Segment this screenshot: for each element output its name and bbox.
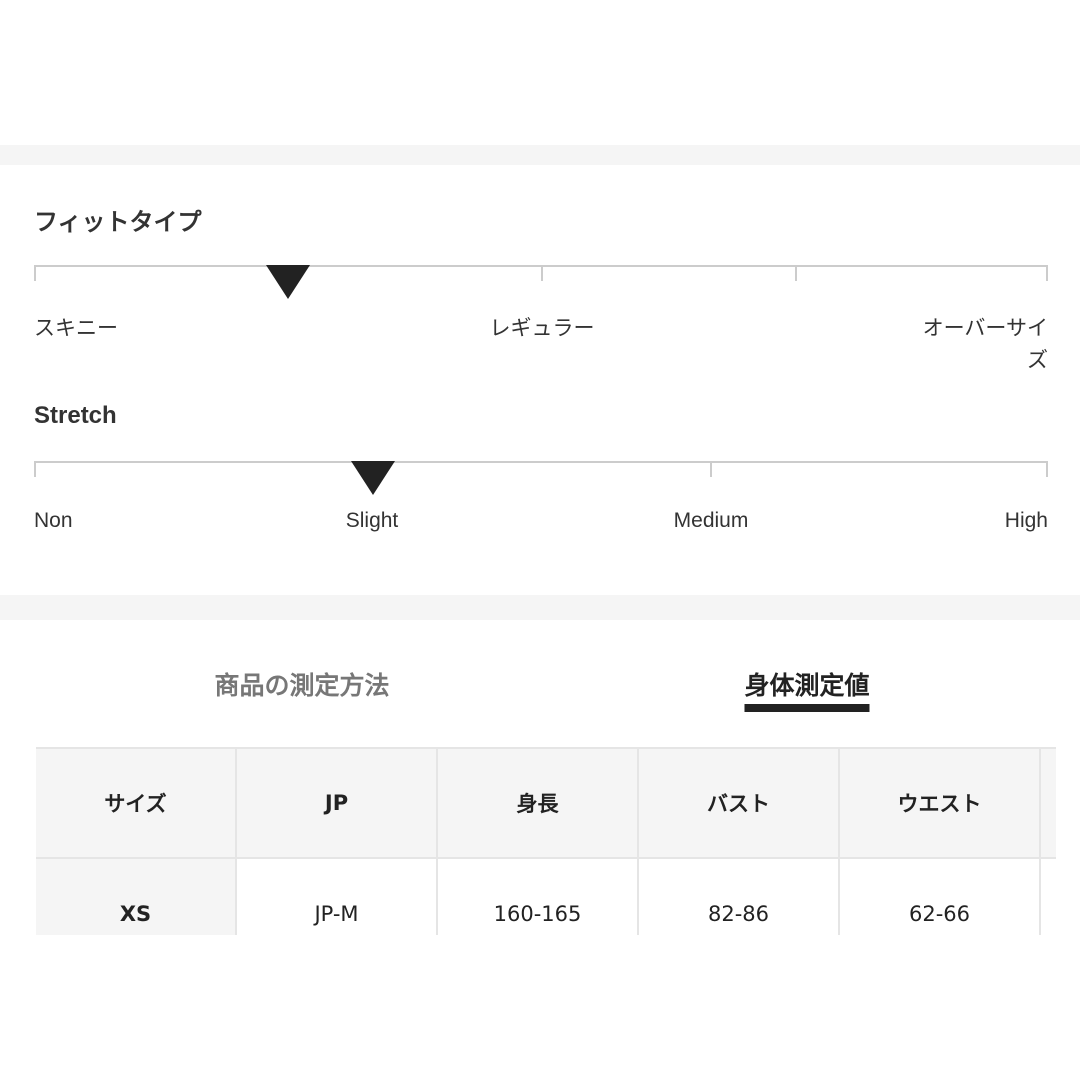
tab-product-measurement[interactable]: 商品の測定方法 [214, 666, 389, 702]
header-cell: JP [237, 749, 438, 859]
table-cell: 82-86 [639, 859, 840, 935]
tick [1046, 461, 1048, 477]
section-divider [0, 595, 1080, 620]
stretch-label-high: High [1004, 509, 1048, 532]
fit-label-oversize: オーバーサイズ [922, 316, 1048, 372]
stretch-label-medium: Medium [673, 509, 749, 532]
tick [34, 461, 36, 477]
table-cell: 160-165 [438, 859, 639, 935]
table-cell [1041, 859, 1056, 935]
header-cell [1041, 749, 1056, 859]
fit-type-marker [266, 265, 310, 299]
tick [34, 265, 36, 281]
tick [541, 265, 543, 281]
tick [710, 461, 712, 477]
table-cell: 62-66 [840, 859, 1041, 935]
stretch-scale [34, 461, 1048, 495]
stretch-label-slight: Slight [345, 509, 399, 532]
tick [1046, 265, 1048, 281]
header-cell: 身長 [438, 749, 639, 859]
table-cell: JP-M [237, 859, 438, 935]
fit-type-scale [34, 265, 1048, 299]
table-header-row: サイズ JP 身長 バスト ウエスト [36, 749, 1056, 859]
table-row: XS JP-M 160-165 82-86 62-66 [36, 859, 1056, 935]
header-cell: バスト [639, 749, 840, 859]
fit-label-regular: レギュラー [489, 316, 595, 340]
stretch-title: Stretch [34, 402, 117, 429]
tick [795, 265, 797, 281]
fit-label-skinny: スキニー [34, 316, 118, 340]
header-cell: ウエスト [840, 749, 1041, 859]
stretch-label-non: Non [34, 509, 73, 532]
tab-body-measurement[interactable]: 身体測定値 [744, 666, 870, 712]
section-divider [0, 145, 1080, 165]
stretch-marker [351, 461, 395, 495]
size-cell: XS [36, 859, 237, 935]
header-cell: サイズ [36, 749, 237, 859]
size-table: サイズ JP 身長 バスト ウエスト XS JP-M 160-165 82-86… [36, 747, 1056, 935]
fit-type-title: フィットタイプ [34, 208, 202, 236]
